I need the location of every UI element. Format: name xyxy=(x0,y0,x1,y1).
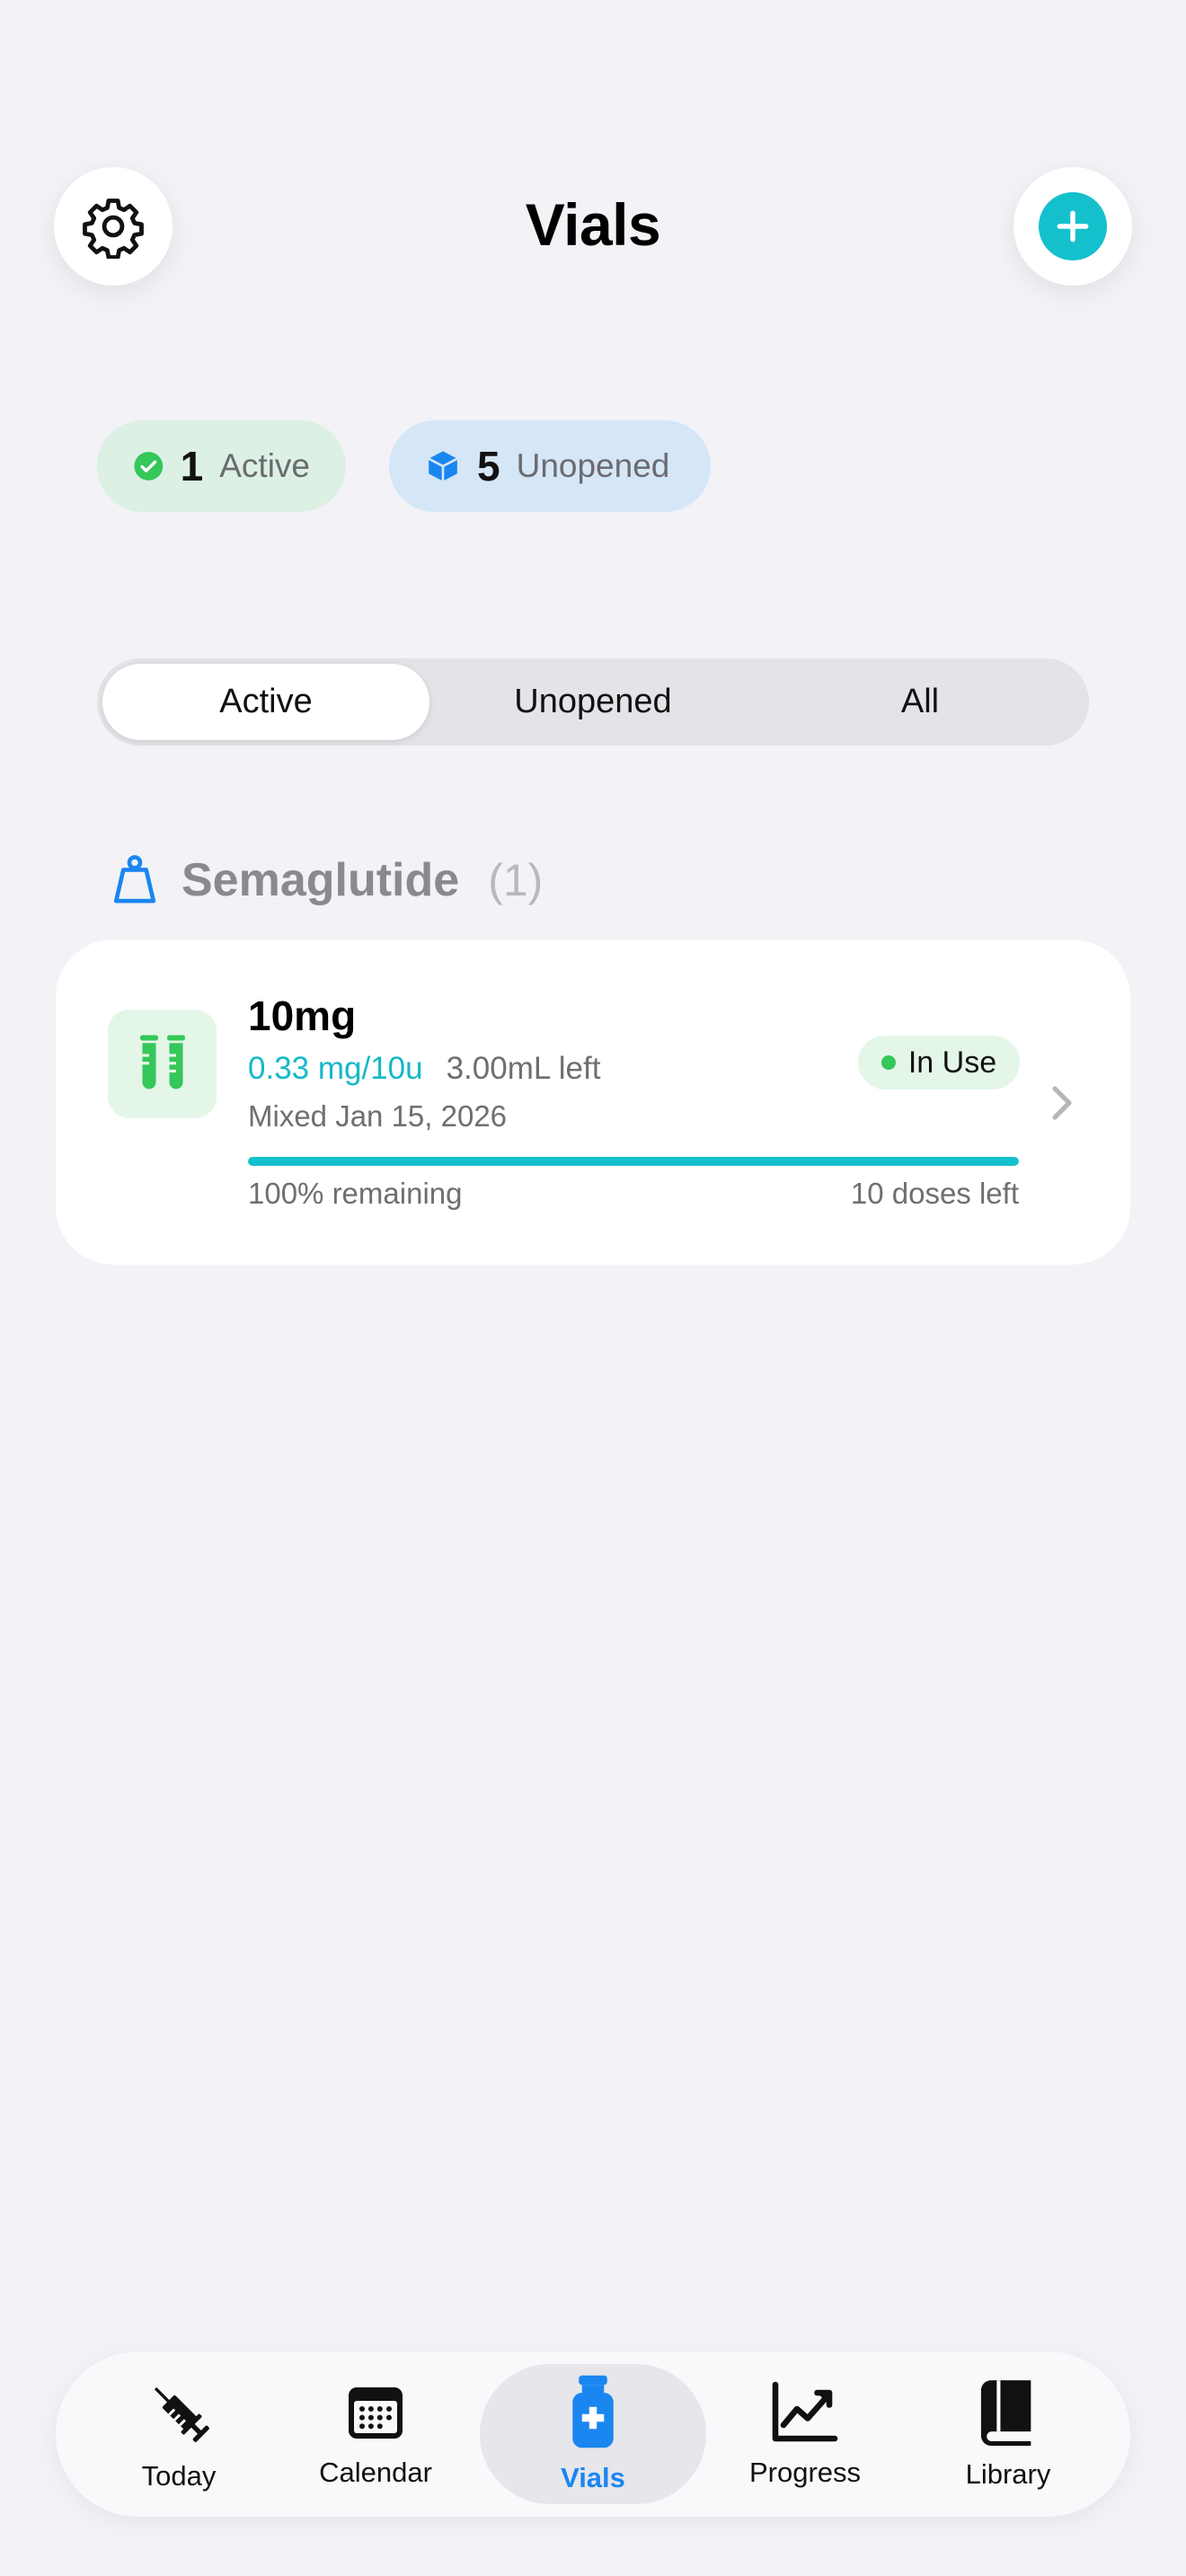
tab-label: Vials xyxy=(561,2462,625,2493)
unopened-label: Unopened xyxy=(516,447,670,484)
vial-icon xyxy=(572,2375,614,2448)
box-icon xyxy=(428,451,458,481)
active-count: 1 xyxy=(180,443,204,490)
vial-meta: 0.33 mg/10u 3.00mL left xyxy=(248,1051,600,1087)
tab-label: Calendar xyxy=(319,2457,432,2488)
group-count: (1) xyxy=(488,855,544,905)
tab-label: Progress xyxy=(748,2457,862,2488)
test-tubes-icon xyxy=(108,1010,217,1118)
tab-calendar[interactable]: Calendar xyxy=(308,2364,443,2504)
vial-card[interactable]: 10mg 0.33 mg/10u 3.00mL left Mixed Jan 1… xyxy=(56,940,1130,1265)
filter-segmented-control: Active Unopened All xyxy=(97,658,1089,745)
group-title: Semaglutide xyxy=(181,854,460,906)
syringe-icon xyxy=(154,2386,209,2442)
active-label: Active xyxy=(219,447,310,484)
vial-concentration: 0.33 mg/10u xyxy=(248,1051,423,1086)
calendar-icon xyxy=(349,2387,403,2439)
filter-all[interactable]: All xyxy=(757,664,1084,740)
scale-weight-icon xyxy=(113,855,156,904)
filter-unopened[interactable]: Unopened xyxy=(429,664,757,740)
status-badge: In Use xyxy=(858,1036,1020,1090)
doses-left-label: 10 doses left xyxy=(850,1177,1019,1210)
remaining-progress-fill xyxy=(248,1157,1019,1166)
unopened-count: 5 xyxy=(477,443,500,490)
vial-strength: 10mg xyxy=(248,992,357,1039)
page-title: Vials xyxy=(525,191,661,258)
active-count-chip: 1 Active xyxy=(97,420,346,512)
tab-vials[interactable]: Vials xyxy=(480,2364,706,2504)
tab-bar: Today Calendar Vials Progress Library xyxy=(56,2351,1130,2517)
add-vial-button[interactable] xyxy=(1013,167,1132,286)
book-icon xyxy=(980,2380,1031,2446)
remaining-progress-bar xyxy=(248,1157,1019,1166)
unopened-count-chip: 5 Unopened xyxy=(389,420,711,512)
vial-mixed-date: Mixed Jan 15, 2026 xyxy=(248,1099,508,1133)
chart-line-icon xyxy=(772,2381,838,2442)
check-circle-icon xyxy=(134,452,164,481)
status-label: In Use xyxy=(907,1045,997,1080)
tab-label: Library xyxy=(965,2458,1051,2490)
vial-volume-left: 3.00mL left xyxy=(446,1051,601,1086)
status-dot-icon xyxy=(881,1055,896,1070)
chevron-right-icon xyxy=(1052,1086,1072,1120)
plus-circle-icon xyxy=(1039,192,1107,260)
tab-today[interactable]: Today xyxy=(111,2364,246,2504)
tab-label: Today xyxy=(141,2460,217,2492)
tab-library[interactable]: Library xyxy=(941,2364,1075,2504)
remaining-percent-label: 100% remaining xyxy=(248,1177,463,1210)
group-header: Semaglutide (1) xyxy=(110,853,543,907)
filter-active[interactable]: Active xyxy=(102,664,429,740)
tab-progress[interactable]: Progress xyxy=(729,2364,881,2504)
